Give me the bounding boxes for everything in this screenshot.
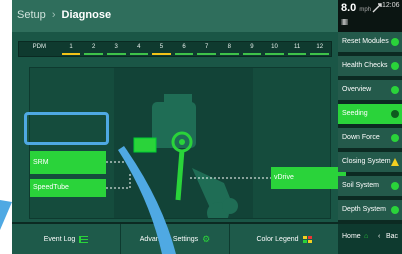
row-status-indicator [287,53,307,55]
sidebar-item-label: Closing System [342,158,391,165]
home-bar: Home ⌂ ‹ Bac [338,224,402,254]
warning-icon [391,158,399,166]
sidebar-item-label: Depth System [342,206,386,213]
sidebar-item-health-checks[interactable]: Health Checks [338,56,402,76]
row-status-indicator [174,53,194,55]
row-status-table: PDM 1 2 3 4 5 6 7 8 9 10 11 12 [18,41,332,57]
row-status-indicator [106,53,126,55]
home-button[interactable]: Home [342,233,361,240]
speed-unit: mph [359,7,372,13]
speed-readout: 8.0 mph [341,2,371,14]
row-table-header: PDM [32,44,47,50]
status-bar: 8.0 mph 12:06 IIIII [338,0,402,32]
row-status-indicator [265,53,284,55]
status-ok-icon [391,110,399,118]
status-ok-icon [391,134,399,142]
advanced-settings-button[interactable]: Advanced Settings ⚙ [121,224,230,254]
bottom-bar: Event Log Advanced Settings ⚙ Color Lege… [12,224,338,254]
sidebar-item-label: Reset Modules [342,38,389,45]
sidebar-item-label: Overview [342,86,372,93]
row-cell: 8 [218,42,241,56]
list-icon [79,235,89,243]
color-legend-icon [302,235,312,243]
row-cell: 1 [60,42,83,56]
back-button[interactable]: Bac [386,233,398,240]
top-bar: Setup › Diagnose [12,0,338,32]
srm-highlight [24,112,109,145]
home-icon: ⌂ [364,233,369,240]
clock: 12:06 [382,2,400,9]
breadcrumb-setup[interactable]: Setup [17,9,46,21]
main-panel: PDM 1 2 3 4 5 6 7 8 9 10 11 12 SRM Speed… [12,32,346,224]
row-status-indicator [219,53,239,55]
row-cell: 12 [308,42,331,56]
refresh-icon [391,38,399,46]
row-cell: 3 [105,42,128,56]
vdrive-module[interactable]: vDrive [271,167,346,189]
row-status-indicator [310,53,330,55]
sidebar-item-depth-system[interactable]: Depth System [338,200,402,220]
row-status-indicator [84,53,103,55]
health-icon [391,62,399,70]
gps-icon [372,3,382,13]
diagnose-screen: Setup › Diagnose 8.0 mph 12:06 IIIII PDM… [12,0,402,254]
row-status-indicator [152,53,171,55]
status-ok-icon [391,206,399,214]
sidebar-item-label: Seeding [342,110,368,117]
advanced-settings-label: Advanced Settings [139,235,199,243]
back-chevron-icon[interactable]: ‹ [378,233,380,240]
speedtube-module[interactable]: SpeedTube [30,179,106,197]
row-cell: 5 [150,42,173,56]
sidebar: Depth System Soil System Closing System Dow… [338,32,402,254]
row-status-indicator [61,53,81,55]
srm-module[interactable]: SRM [30,151,106,174]
row-cell: 2 [82,42,105,56]
event-log-label: Event Log [43,235,76,243]
sidebar-item-soil-system[interactable]: Soil System [338,176,402,196]
row-cell: 4 [128,42,151,56]
page-title: Diagnose [61,9,112,21]
event-log-button[interactable]: Event Log [12,224,121,254]
breadcrumb-separator: › [51,9,56,21]
row-cell: 6 [173,42,196,56]
sidebar-item-overview[interactable]: Overview [338,80,402,100]
row-status-indicator [129,53,149,55]
row-cell: 7 [195,42,218,56]
color-legend-label: Color Legend [256,235,299,243]
sidebar-item-label: Health Checks [342,62,388,69]
sidebar-item-down-force[interactable]: Down Force [338,128,402,148]
status-ok-icon [391,86,399,94]
status-ok-icon [391,182,399,190]
color-legend-button[interactable]: Color Legend [230,224,338,254]
breadcrumb: Setup › Diagnose [17,9,111,21]
sidebar-item-label: Down Force [342,134,380,141]
row-cell: 11 [286,42,309,56]
sidebar-item-closing-system[interactable]: Closing System [338,152,402,172]
sidebar-item-reset-modules[interactable]: Reset Modules [338,32,402,52]
speed-value: 8.0 [341,2,357,14]
sidebar-item-label: Soil System [342,182,379,189]
gear-icon: ⚙ [202,233,211,244]
row-status-indicator [242,53,262,55]
row-cell: 9 [241,42,264,56]
sidebar-item-seeding[interactable]: Seeding [338,104,402,124]
signal-icon: IIIII [341,18,348,27]
row-cell: 10 [263,42,286,56]
row-status-indicator [197,53,216,55]
